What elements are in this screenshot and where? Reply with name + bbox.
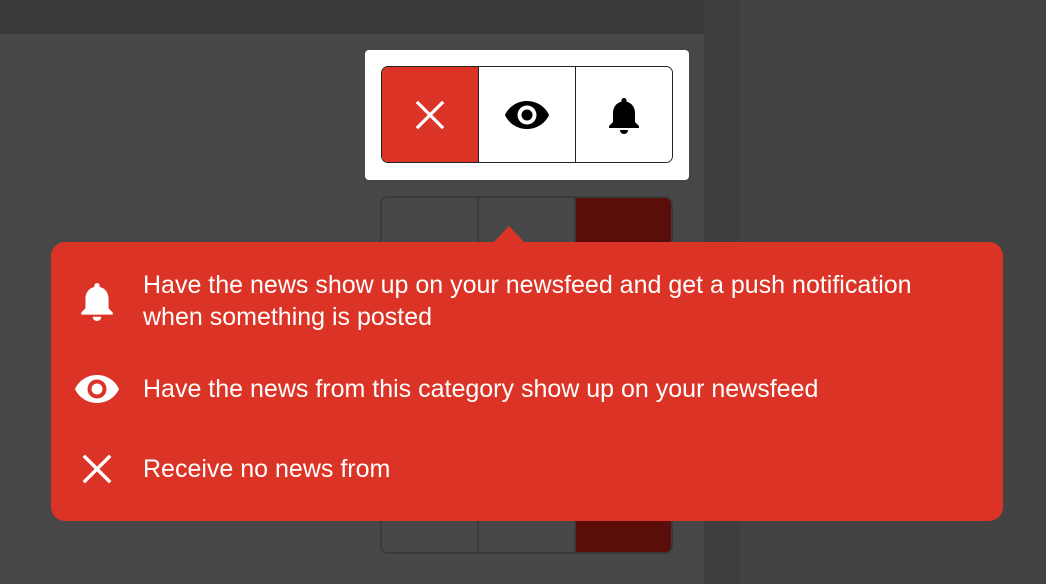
close-icon [415,100,445,129]
notification-toggle-group [381,66,673,163]
tooltip-text-none: Receive no news from [143,455,391,483]
tooltip-item-push: Have the news show up on your newsfeed a… [51,269,1003,333]
tooltip-item-none: Receive no news from [51,453,1003,485]
toggle-none-button[interactable] [382,67,479,162]
bell-icon [609,97,639,134]
tooltip-item-feed: Have the news from this category show up… [51,373,1003,405]
bell-icon [81,283,113,321]
explanation-tooltip: Have the news show up on your newsfeed a… [51,242,1003,521]
highlighted-toggle-card [365,50,689,180]
toggle-feed-button[interactable] [479,67,576,162]
tooltip-text-push: Have the news show up on your newsfeed a… [143,271,912,331]
eye-icon [75,375,119,403]
close-icon [82,454,112,484]
eye-icon [505,100,549,129]
tooltip-text-feed: Have the news from this category show up… [143,375,819,403]
tooltip-arrow [494,226,524,242]
background-header [0,0,704,34]
toggle-push-button[interactable] [576,67,672,162]
